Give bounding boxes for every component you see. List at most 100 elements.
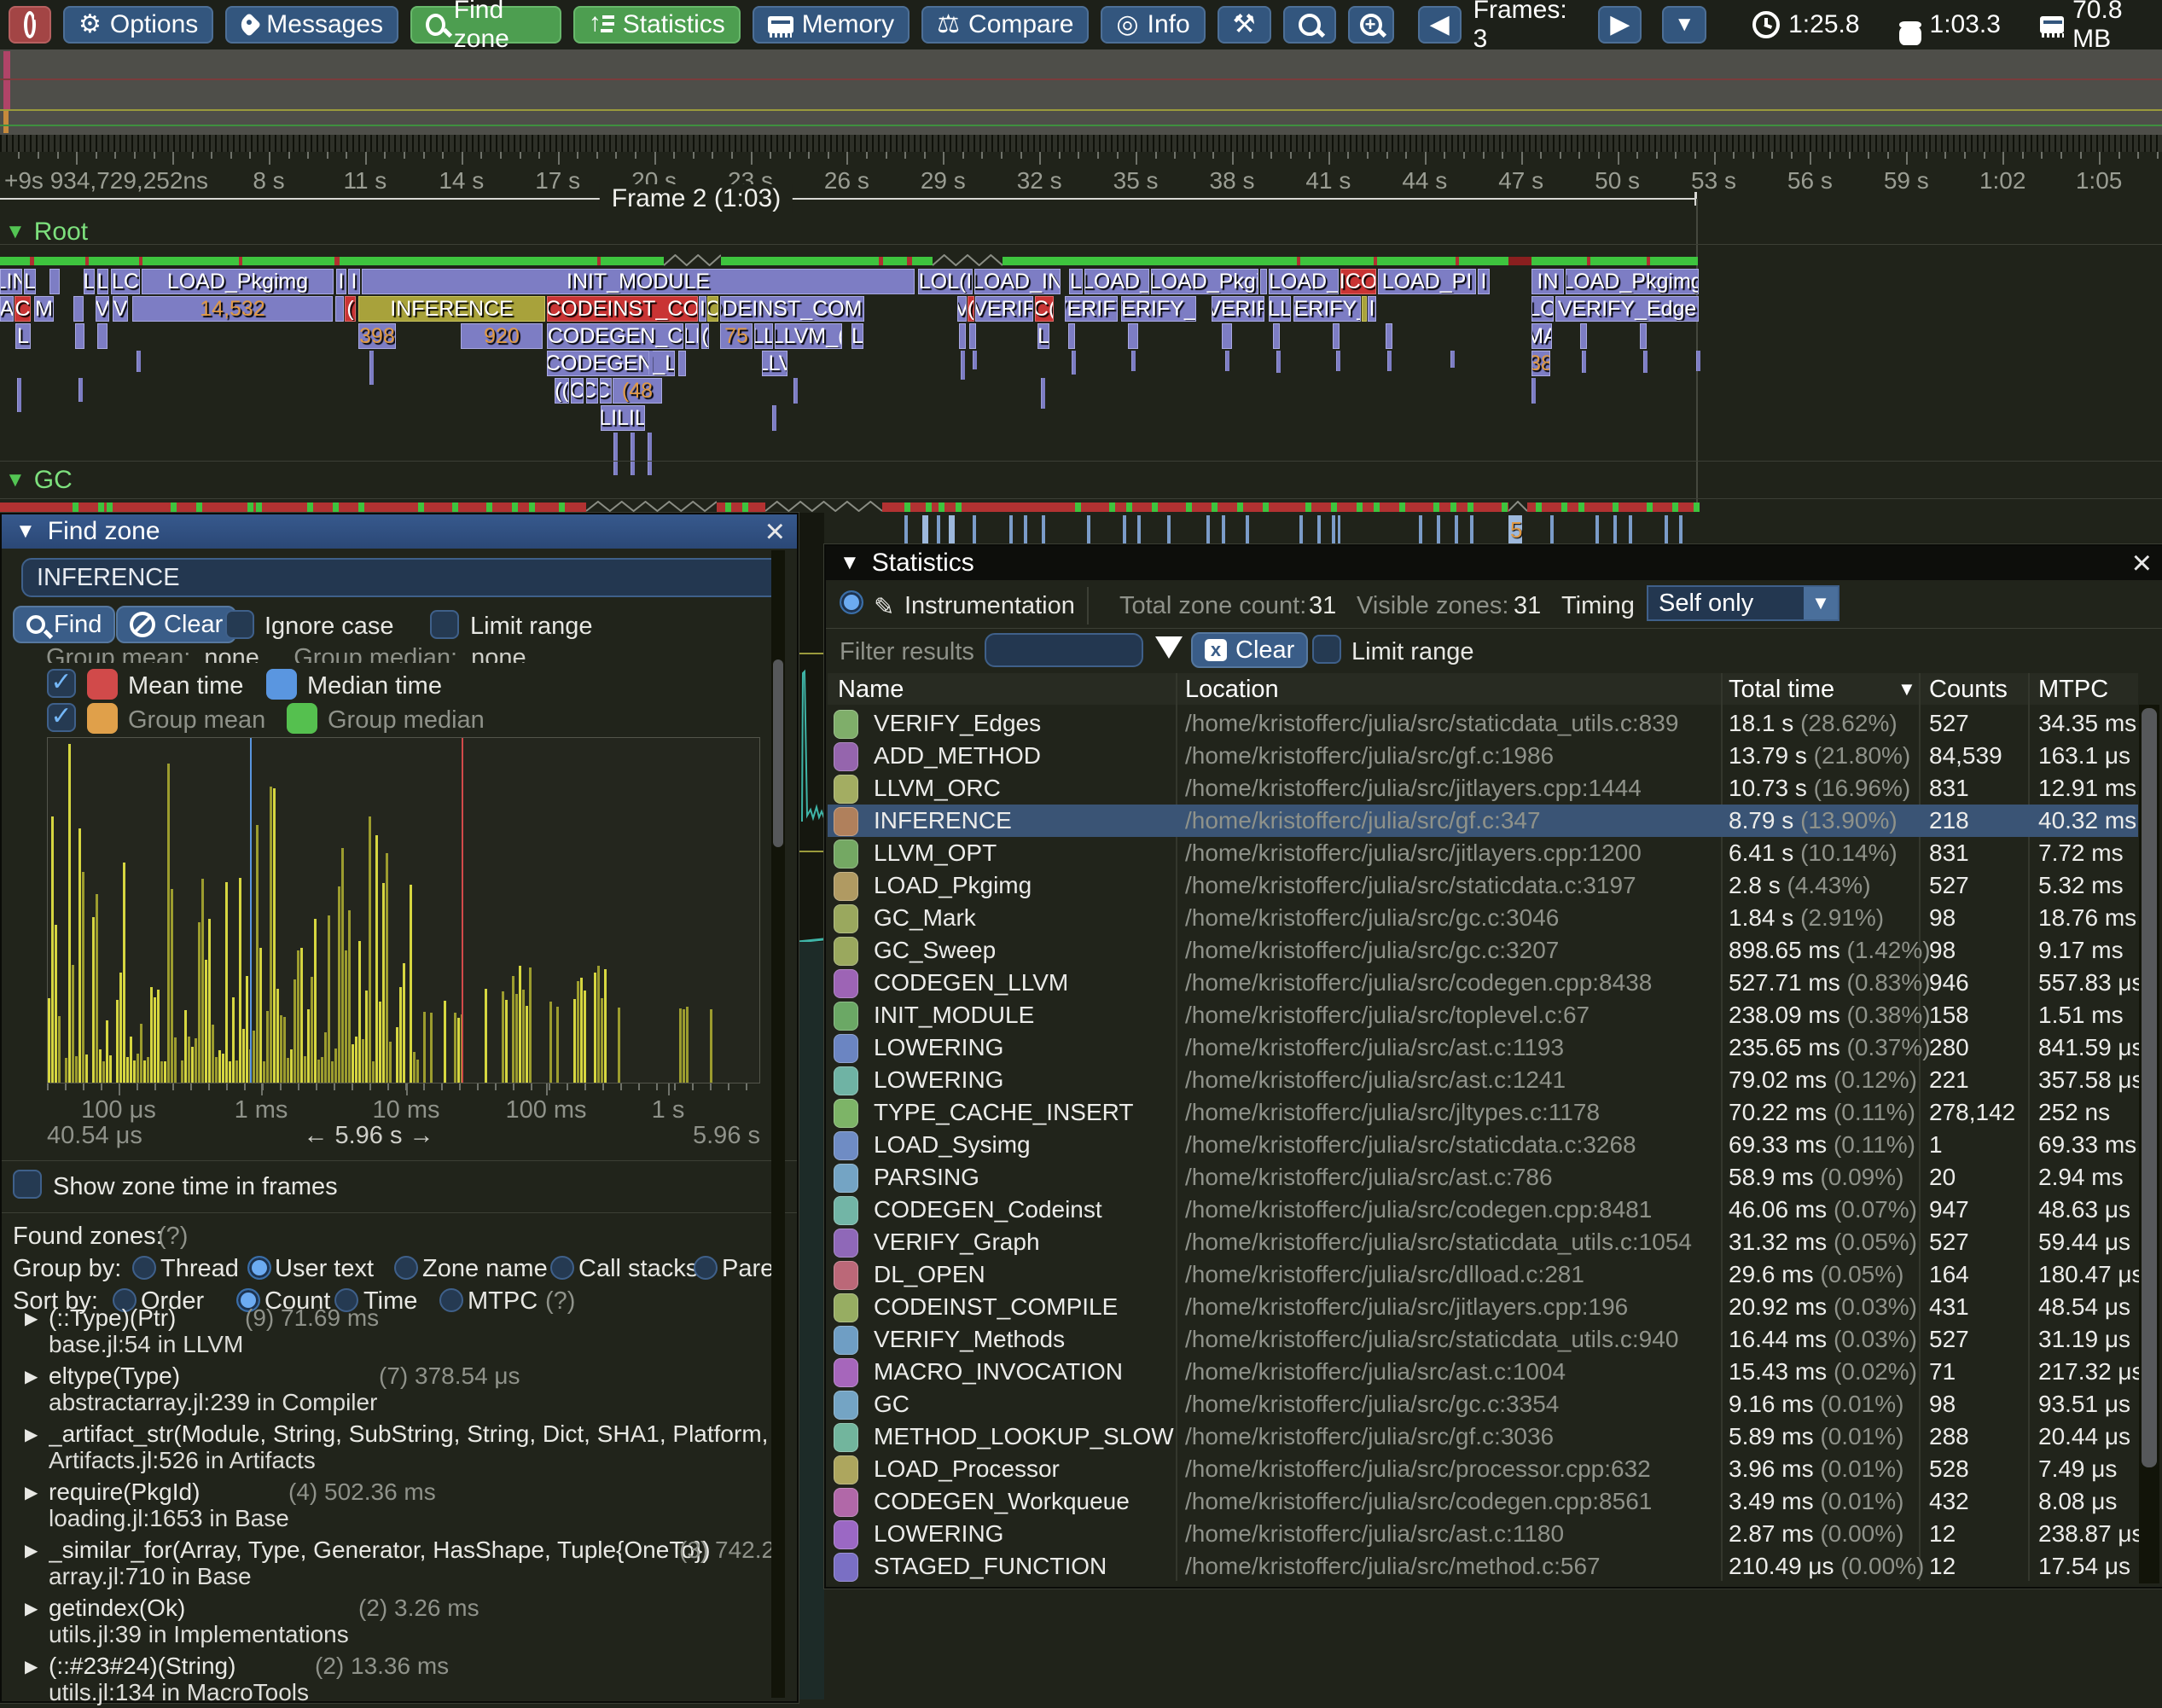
gc-zone-tick[interactable]	[1246, 515, 1249, 544]
gc-zone-tick[interactable]	[1419, 515, 1422, 544]
table-row[interactable]: LOAD_Sysimg/home/kristofferc/julia/src/s…	[828, 1129, 2138, 1161]
col-mtpc[interactable]: MTPC	[2038, 676, 2108, 704]
tools-button[interactable]: ⚒	[1218, 6, 1271, 44]
gc-zone-tick[interactable]	[1550, 515, 1554, 544]
timeline-zone[interactable]: A	[0, 296, 14, 322]
expand-triangle-icon[interactable]: ▶	[25, 1540, 38, 1561]
timeline-zone[interactable]	[1222, 323, 1232, 349]
timeline-zone[interactable]: l	[1368, 296, 1376, 322]
timeline-zone[interactable]: L	[97, 269, 108, 294]
timeline-zone[interactable]	[73, 296, 84, 322]
gc-zone-tick[interactable]	[1470, 515, 1473, 544]
statistics-titlebar[interactable]: ▼ Statistics ×	[826, 546, 2162, 580]
timeline-zone[interactable]	[1362, 296, 1367, 322]
found-zone-name[interactable]: (::Type)(Ptr)	[49, 1304, 176, 1332]
gc-zone-tick[interactable]	[1613, 515, 1617, 544]
gc-zone-tick[interactable]	[1009, 515, 1013, 544]
timeline-zone[interactable]: CODEGEN_L	[547, 351, 675, 376]
col-location[interactable]: Location	[1185, 676, 1279, 704]
timeline-zone[interactable]	[678, 351, 686, 376]
zone-time-histogram[interactable]	[47, 737, 760, 1083]
timeline-zone[interactable]: LIN	[0, 269, 22, 294]
timeline-zone[interactable]: L	[84, 269, 95, 294]
show-zone-time-checkbox[interactable]	[13, 1170, 42, 1199]
table-row[interactable]: PARSING/home/kristofferc/julia/src/ast.c…	[828, 1161, 2138, 1194]
frame-tick-strip[interactable]	[0, 135, 2162, 152]
group-mean-checkbox[interactable]: ✓	[47, 703, 76, 732]
timeline-zone[interactable]: LOAD_	[1084, 269, 1149, 294]
timeline-zone[interactable]: 38	[1531, 351, 1550, 376]
gc-header[interactable]: ▼ GC	[5, 466, 73, 495]
table-row[interactable]: CODEGEN_Workqueue/home/kristofferc/julia…	[828, 1485, 2138, 1518]
timeline-zone[interactable]: CODEGEN_C	[547, 323, 683, 349]
filter-input[interactable]	[985, 633, 1143, 667]
close-icon[interactable]: ×	[2132, 546, 2152, 580]
table-row[interactable]: GC/home/kristofferc/julia/src/gc.c:33549…	[828, 1388, 2138, 1420]
find-button[interactable]: Find	[13, 606, 115, 643]
table-row[interactable]: INFERENCE/home/kristofferc/julia/src/gf.…	[828, 805, 2138, 837]
timeline-zone[interactable]: I	[1478, 269, 1490, 294]
timeline-zone[interactable]: I	[348, 269, 360, 294]
timeline-zone[interactable]	[1640, 323, 1647, 349]
collapse-triangle-icon[interactable]: ▼	[15, 520, 36, 543]
gc-zone-tick[interactable]	[1437, 515, 1440, 544]
timeline-zone[interactable]: LO	[1531, 296, 1554, 322]
timeline-zone[interactable]: VERIFY_I	[1293, 296, 1361, 322]
zoom-button[interactable]	[1283, 6, 1336, 44]
gc-zone-tick[interactable]	[1042, 515, 1045, 544]
info-button[interactable]: ◎Info	[1101, 6, 1205, 44]
timeline-zone[interactable]: M	[34, 296, 54, 322]
table-row[interactable]: LOWERING/home/kristofferc/julia/src/ast.…	[828, 1031, 2138, 1064]
timeline-zone[interactable]: CODEINST_CO	[547, 296, 698, 322]
found-zone-name[interactable]: require(PkgId)	[49, 1479, 200, 1506]
timeline-zone[interactable]: VERIFY	[1065, 296, 1118, 322]
table-row[interactable]: MACRO_INVOCATION/home/kristofferc/julia/…	[828, 1356, 2138, 1388]
gc-zone-tick[interactable]	[1629, 515, 1632, 544]
group-by-radio-user-text[interactable]	[247, 1256, 271, 1280]
timing-dropdown[interactable]: Self only ▼	[1647, 585, 1839, 621]
timeline-zone[interactable]: VERIF	[1212, 296, 1264, 322]
gc-zone-tick[interactable]	[1087, 515, 1090, 544]
timeline-zone[interactable]: LL	[754, 323, 773, 349]
expand-triangle-icon[interactable]: ▶	[25, 1656, 38, 1677]
timeline-zone[interactable]: 14,532	[132, 296, 333, 322]
memory-button[interactable]: Memory	[753, 6, 910, 44]
expand-triangle-icon[interactable]: ▶	[25, 1598, 38, 1619]
timeline-zone[interactable]	[75, 323, 84, 349]
collapse-triangle-icon[interactable]: ▼	[840, 551, 860, 575]
table-row[interactable]: TYPE_CACHE_INSERT/home/kristofferc/julia…	[828, 1096, 2138, 1129]
timeline-zone[interactable]: LILIL	[601, 405, 645, 431]
timeline-zone[interactable]: LOAD_Pkgi	[1151, 269, 1258, 294]
table-row[interactable]: CODEGEN_Codeinst/home/kristofferc/julia/…	[828, 1194, 2138, 1226]
timeline-zone[interactable]: (48	[613, 378, 662, 404]
gc-zone-tick[interactable]	[1299, 515, 1303, 544]
timeline-zone[interactable]	[1260, 269, 1267, 294]
frame-bar[interactable]	[0, 257, 1698, 265]
timeline-zone[interactable]: IN	[1531, 269, 1564, 294]
group-by-radio-pare[interactable]	[694, 1256, 718, 1280]
table-row[interactable]: GC_Mark/home/kristofferc/julia/src/gc.c:…	[828, 902, 2138, 934]
timeline-zone[interactable]: L	[15, 323, 31, 349]
find-zone-scrollbar[interactable]	[771, 550, 785, 1698]
filter-funnel-icon[interactable]	[1155, 636, 1183, 659]
timeline-zone[interactable]: (	[701, 323, 709, 349]
timeline-zone[interactable]	[335, 296, 344, 322]
gc-zone-tick[interactable]	[937, 515, 940, 544]
timeline-zone[interactable]: LOAD_	[1269, 269, 1339, 294]
timeline-zone[interactable]: 398	[358, 323, 396, 349]
found-zone-name[interactable]: _artifact_str(Module, String, SubString,…	[49, 1420, 782, 1448]
sort-by-radio-mtpc[interactable]	[439, 1288, 463, 1312]
timeline-zone[interactable]: LLV	[762, 351, 788, 376]
gc-zone-tick[interactable]	[1338, 515, 1340, 544]
next-frame-button[interactable]: ▶	[1598, 6, 1642, 44]
table-row[interactable]: LLVM_OPT/home/kristofferc/julia/src/jitl…	[828, 837, 2138, 869]
found-zone-name[interactable]: _similar_for(Array, Type, Generator, Has…	[49, 1537, 711, 1564]
gc-zone-tick[interactable]	[1332, 515, 1335, 544]
timeline-zone[interactable]: INFERENCE	[358, 296, 545, 322]
timeline-zone[interactable]: LOAD_IN	[974, 269, 1061, 294]
timeline-zone[interactable]: CODEINST_COMPIL	[720, 296, 864, 322]
table-row[interactable]: STAGED_FUNCTION/home/kristofferc/julia/s…	[828, 1550, 2138, 1583]
found-zones-help[interactable]: (?)	[158, 1223, 188, 1251]
gc-zone-tick[interactable]	[1595, 515, 1599, 544]
group-by-radio-call-stacks[interactable]	[550, 1256, 574, 1280]
